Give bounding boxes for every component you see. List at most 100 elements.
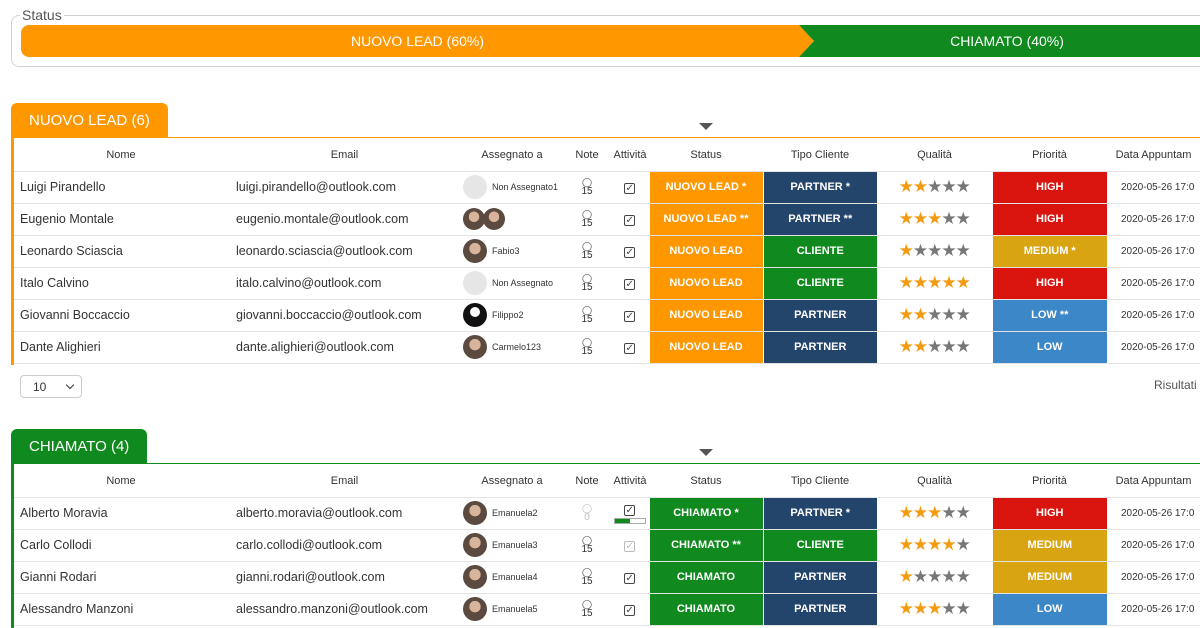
assigned-cell[interactable]: Filippo2 [461,299,563,332]
quality-rating[interactable]: ★★★★★ [877,331,992,364]
quality-rating[interactable]: ★★★★★ [877,561,992,594]
table-row[interactable]: Alessandro Manzoni alessandro.manzoni@out… [14,593,1200,626]
checkbox-icon[interactable]: ✓ [624,505,636,516]
tipo-cliente-badge[interactable]: PARTNER [762,299,877,332]
star-icon[interactable]: ★ [956,567,971,586]
checkbox-icon[interactable]: ✓ [624,573,636,584]
column-header[interactable]: Qualità [877,465,992,498]
activity-cell[interactable]: ✓ [611,331,649,364]
tipo-cliente-badge[interactable]: PARTNER [762,593,877,626]
star-icon[interactable]: ★ [927,305,942,324]
lead-name[interactable]: Giovanni Boccaccio [14,299,228,332]
appointment-date[interactable]: 2020-05-26 17:0 [1107,593,1200,626]
column-header[interactable]: Status [649,465,763,498]
star-icon[interactable]: ★ [927,209,942,228]
checkbox-icon[interactable]: ✓ [624,215,636,226]
star-icon[interactable]: ★ [927,567,942,586]
lead-name[interactable]: Eugenio Montale [14,203,228,236]
page-size-select[interactable]: 10 [20,375,82,398]
table-row[interactable]: Carlo Collodi carlo.collodi@outlook.com Em… [14,529,1200,562]
priority-badge[interactable]: LOW ** [991,299,1107,332]
star-icon[interactable]: ★ [941,503,956,522]
assigned-cell[interactable]: Emanuela5 [461,593,563,626]
appointment-date[interactable]: 2020-05-26 17:0 [1107,331,1200,364]
assigned-cell[interactable]: Emanuela3 [461,529,563,562]
status-badge[interactable]: CHIAMATO [648,561,763,594]
priority-badge[interactable]: HIGH [991,497,1107,530]
tipo-cliente-badge[interactable]: CLIENTE [762,267,877,300]
lead-email[interactable]: italo.calvino@outlook.com [228,267,461,300]
activity-cell[interactable]: ✓ [611,593,649,626]
star-icon[interactable]: ★ [956,273,971,292]
lead-name[interactable]: Dante Alighieri [14,331,228,364]
star-icon[interactable]: ★ [913,503,928,522]
column-header[interactable]: Attività [611,139,649,172]
star-icon[interactable]: ★ [913,177,928,196]
note-cell[interactable]: ◯ 15 [563,299,611,332]
tipo-cliente-badge[interactable]: PARTNER ** [762,203,877,236]
lead-name[interactable]: Italo Calvino [14,267,228,300]
column-header[interactable]: Status [649,139,763,172]
column-header[interactable]: Note [563,465,611,498]
star-icon[interactable]: ★ [941,209,956,228]
column-header[interactable]: Tipo Cliente [763,139,877,172]
star-icon[interactable]: ★ [956,535,971,554]
star-icon[interactable]: ★ [899,177,914,196]
quality-rating[interactable]: ★★★★★ [877,203,992,236]
star-icon[interactable]: ★ [913,209,928,228]
star-icon[interactable]: ★ [899,241,914,260]
table-row[interactable]: Luigi Pirandello luigi.pirandello@outlook… [14,171,1200,204]
appointment-date[interactable]: 2020-05-26 17:0 [1107,203,1200,236]
column-header[interactable]: Attività [611,465,649,498]
assigned-cell[interactable]: Non Assegnato1 [461,171,563,204]
checkbox-icon[interactable]: ✓ [624,279,636,290]
assigned-cell[interactable]: Emanuela4 [461,561,563,594]
star-icon[interactable]: ★ [956,209,971,228]
tipo-cliente-badge[interactable]: CLIENTE [762,529,877,562]
quality-rating[interactable]: ★★★★★ [877,267,992,300]
status-badge[interactable]: NUOVO LEAD [648,299,763,332]
column-header[interactable]: Tipo Cliente [763,465,877,498]
status-badge[interactable]: NUOVO LEAD * [648,171,763,204]
appointment-date[interactable]: 2020-05-26 17:0 [1107,497,1200,530]
star-icon[interactable]: ★ [899,305,914,324]
quality-rating[interactable]: ★★★★★ [877,593,992,626]
status-badge[interactable]: CHIAMATO [648,593,763,626]
star-icon[interactable]: ★ [956,503,971,522]
column-header[interactable]: Priorità [992,465,1107,498]
table-row[interactable]: Alberto Moravia alberto.moravia@outlook.c… [14,497,1200,530]
assigned-cell[interactable]: Carmelo123 [461,331,563,364]
quality-rating[interactable]: ★★★★★ [877,235,992,268]
table-row[interactable]: Dante Alighieri dante.alighieri@outlook.c… [14,331,1200,364]
table-row[interactable]: Leonardo Sciascia leonardo.sciascia@outlo… [14,235,1200,268]
note-cell[interactable]: ◯ 15 [563,171,611,204]
tipo-cliente-badge[interactable]: PARTNER [762,561,877,594]
lead-name[interactable]: Leonardo Sciascia [14,235,228,268]
status-badge[interactable]: NUOVO LEAD [648,331,763,364]
column-header[interactable]: Qualità [877,139,992,172]
note-cell[interactable]: ◯ 0 [563,497,611,530]
star-icon[interactable]: ★ [941,241,956,260]
star-icon[interactable]: ★ [913,305,928,324]
star-icon[interactable]: ★ [927,535,942,554]
appointment-date[interactable]: 2020-05-26 17:0 [1107,561,1200,594]
star-icon[interactable]: ★ [913,567,928,586]
checkbox-icon[interactable]: ✓ [624,311,636,322]
tipo-cliente-badge[interactable]: CLIENTE [762,235,877,268]
column-header[interactable]: Email [228,139,461,172]
activity-cell[interactable]: ✓ [611,171,649,204]
tipo-cliente-badge[interactable]: PARTNER * [762,497,877,530]
appointment-date[interactable]: 2020-05-26 17:0 [1107,529,1200,562]
star-icon[interactable]: ★ [927,503,942,522]
table-row[interactable]: Gianni Rodari gianni.rodari@outlook.com Em… [14,561,1200,594]
activity-cell[interactable]: ✓ [611,235,649,268]
checkbox-icon[interactable]: ✓ [624,343,636,354]
star-icon[interactable]: ★ [913,535,928,554]
note-cell[interactable]: ◯ 15 [563,203,611,236]
lead-email[interactable]: leonardo.sciascia@outlook.com [228,235,461,268]
table-row[interactable]: Giovanni Boccaccio giovanni.boccaccio@out… [14,299,1200,332]
note-cell[interactable]: ◯ 15 [563,561,611,594]
tipo-cliente-badge[interactable]: PARTNER [762,331,877,364]
column-header[interactable]: Note [563,139,611,172]
status-badge[interactable]: CHIAMATO ** [648,529,763,562]
